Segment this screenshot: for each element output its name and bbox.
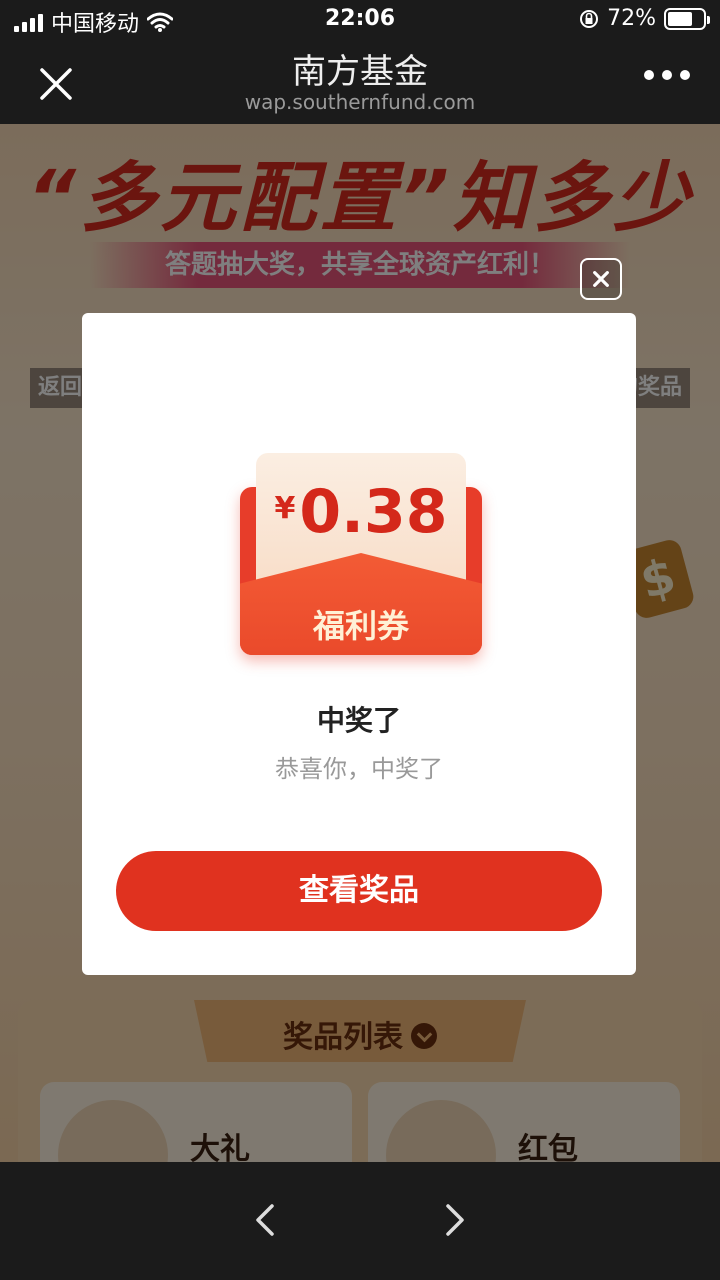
view-prize-button[interactable]: 查看奖品: [116, 851, 602, 931]
coupon-amount: ¥0.38: [256, 477, 466, 547]
status-right: 72%: [579, 6, 710, 31]
page-title: 南方基金: [292, 52, 428, 92]
rotation-lock-icon: [580, 9, 599, 28]
battery-fill: [668, 11, 693, 26]
amount-value: 0.38: [299, 477, 448, 547]
browser-nav-bar: 南方基金 wap.southernfund.com: [0, 40, 720, 124]
red-envelope: ¥0.38 福利券: [240, 453, 482, 659]
battery-percent: 72%: [607, 6, 656, 31]
coupon-label: 福利券: [312, 607, 409, 645]
currency-symbol: ¥: [274, 491, 296, 526]
more-options-icon[interactable]: [644, 70, 690, 80]
page-url: wap.southernfund.com: [244, 90, 476, 114]
forward-arrow-icon[interactable]: [440, 1202, 470, 1238]
status-bar: 中国移动 22:06 72%: [0, 0, 720, 40]
battery-icon: [664, 7, 710, 30]
modal-message: 恭喜你，中奖了: [275, 755, 443, 783]
back-arrow-icon[interactable]: [250, 1202, 280, 1238]
modal-title: 中奖了: [316, 704, 401, 737]
modal-close-icon[interactable]: [580, 258, 622, 300]
prize-modal: ¥0.38 福利券 中奖了 恭喜你，中奖了 查看奖品: [82, 313, 636, 975]
browser-bottom-bar: [0, 1162, 720, 1280]
